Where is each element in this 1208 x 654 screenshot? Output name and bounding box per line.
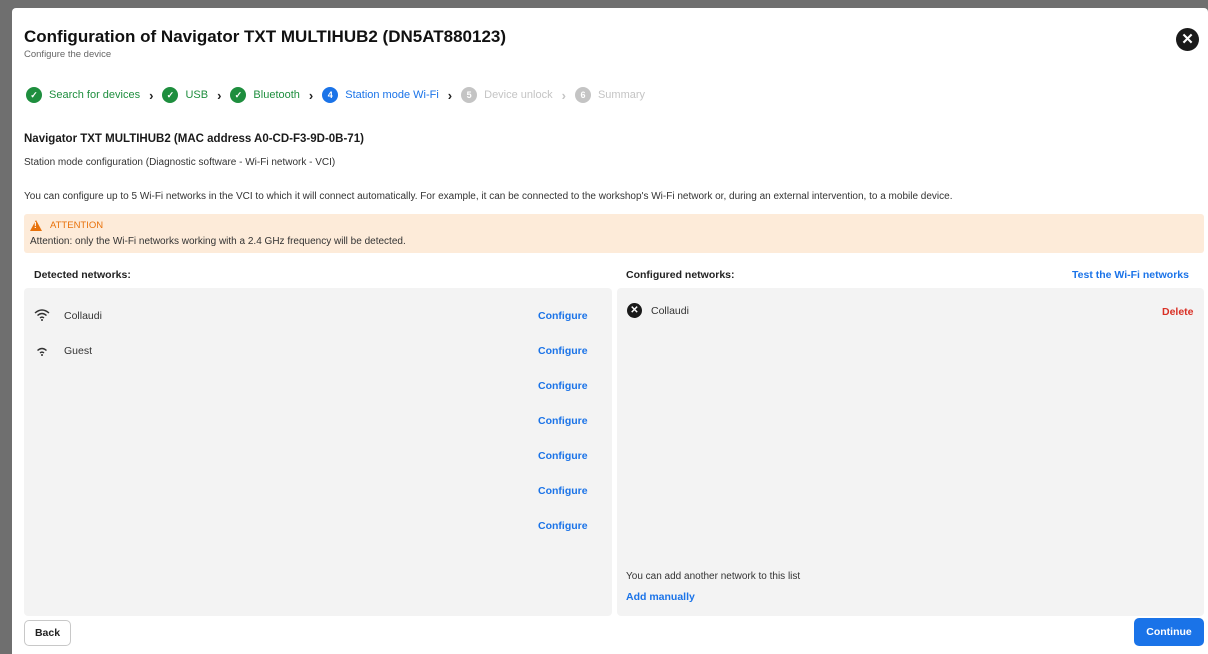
chevron-right-icon: › xyxy=(217,87,222,103)
chevron-right-icon: › xyxy=(149,87,154,103)
step-bluetooth[interactable]: ✓ Bluetooth xyxy=(230,87,300,103)
check-icon: ✓ xyxy=(26,87,42,103)
back-button[interactable]: Back xyxy=(24,620,71,646)
wifi-signal-full-icon xyxy=(34,309,50,321)
chevron-right-icon: › xyxy=(447,87,453,103)
check-icon: ✓ xyxy=(162,87,179,103)
attention-heading: ATTENTION xyxy=(50,220,104,231)
check-icon: ✓ xyxy=(230,87,247,103)
configure-button[interactable]: Configure xyxy=(538,520,588,532)
info-text: You can configure up to 5 Wi-Fi networks… xyxy=(24,191,953,202)
dialog-title: Configuration of Navigator TXT MULTIHUB2… xyxy=(24,27,507,46)
detected-networks-panel: Collaudi Configure Guest Configure Confi… xyxy=(24,288,612,616)
device-title: Navigator TXT MULTIHUB2 (MAC address A0-… xyxy=(24,133,364,145)
step-label: Search for devices xyxy=(49,89,141,101)
configure-button[interactable]: Configure xyxy=(538,450,588,462)
wifi-signal-medium-icon xyxy=(37,347,47,356)
step-usb[interactable]: ✓ USB xyxy=(162,87,208,103)
configure-button[interactable]: Configure xyxy=(538,345,588,357)
network-row: Configure xyxy=(24,412,612,432)
step-label: USB xyxy=(185,89,209,101)
step-station-mode-wifi[interactable]: 4 Station mode Wi-Fi xyxy=(322,87,439,103)
add-manually-link[interactable]: Add manually xyxy=(626,591,695,603)
configuration-subtitle: Station mode configuration (Diagnostic s… xyxy=(24,157,336,168)
dialog-subtitle: Configure the device xyxy=(24,49,112,60)
configuration-dialog: Configuration of Navigator TXT MULTIHUB2… xyxy=(12,8,1208,654)
chevron-right-icon: › xyxy=(561,87,566,103)
configure-button[interactable]: Configure xyxy=(538,485,588,497)
step-summary: 6 Summary xyxy=(574,87,646,103)
continue-button[interactable]: Continue xyxy=(1134,618,1204,646)
configured-network-row-collaudi: ✕ Collaudi Delete xyxy=(617,302,1204,322)
step-label: Station mode Wi-Fi xyxy=(345,89,439,101)
add-network-hint: You can add another network to this list xyxy=(626,571,801,582)
attention-heading-row: ATTENTION xyxy=(30,220,103,231)
attention-banner: ATTENTION Attention: only the Wi-Fi netw… xyxy=(24,214,1204,253)
network-name: Guest xyxy=(64,345,93,357)
configure-button[interactable]: Configure xyxy=(538,310,588,322)
network-row: Configure xyxy=(24,517,612,537)
stepper: ✓ Search for devices › ✓ USB › ✓ Bluetoo… xyxy=(26,85,645,105)
warning-icon xyxy=(30,220,42,231)
configured-networks-label: Configured networks: xyxy=(626,269,735,281)
network-row: Configure xyxy=(24,447,612,467)
step-number-badge: 4 xyxy=(322,87,339,103)
close-icon[interactable]: ✕ xyxy=(1176,28,1199,51)
step-label: Bluetooth xyxy=(253,89,300,101)
configure-button[interactable]: Configure xyxy=(538,415,588,427)
test-wifi-networks-link[interactable]: Test the Wi-Fi networks xyxy=(1072,269,1189,281)
step-search-for-devices[interactable]: ✓ Search for devices xyxy=(26,87,140,103)
step-label: Device unlock xyxy=(484,89,553,101)
chevron-right-icon: › xyxy=(308,87,314,103)
configured-networks-panel: ✕ Collaudi Delete You can add another ne… xyxy=(617,288,1204,616)
delete-button[interactable]: Delete xyxy=(1162,306,1194,318)
step-number-badge: 5 xyxy=(461,87,478,103)
network-row-guest: Guest Configure xyxy=(24,342,612,362)
step-label: Summary xyxy=(597,89,646,101)
step-device-unlock: 5 Device unlock xyxy=(461,87,553,103)
network-name: Collaudi xyxy=(64,310,102,322)
network-row-collaudi: Collaudi Configure xyxy=(24,307,612,327)
network-name: Collaudi xyxy=(651,305,689,317)
configure-button[interactable]: Configure xyxy=(538,380,588,392)
close-circle-icon: ✕ xyxy=(627,303,642,318)
step-number-badge: 6 xyxy=(574,87,591,103)
network-row: Configure xyxy=(24,482,612,502)
detected-networks-label: Detected networks: xyxy=(34,269,131,281)
network-row: Configure xyxy=(24,377,612,397)
attention-text: Attention: only the Wi-Fi networks worki… xyxy=(30,236,406,247)
